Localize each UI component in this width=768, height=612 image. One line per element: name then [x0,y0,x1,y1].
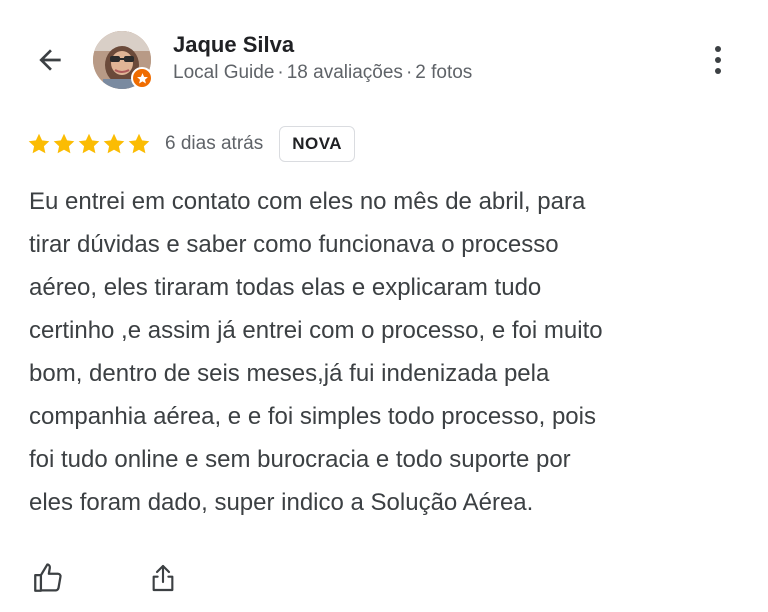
more-vert-icon-dot [715,57,721,63]
meta-separator: · [405,62,413,83]
star-icon [53,133,75,154]
like-button[interactable] [28,558,68,598]
rating-row: 6 dias atrás NOVA [27,124,356,164]
user-photo-count: 2 fotos [415,62,473,83]
review-text: Eu entrei em contato com eles no mês de … [29,188,603,516]
new-badge: NOVA [279,126,356,162]
user-role: Local Guide [173,62,275,83]
more-vert-icon-dot [715,68,721,74]
share-button[interactable] [143,558,183,598]
review-date: 6 dias atrás [165,133,264,154]
thumb-up-icon [34,563,62,592]
star-rating [27,132,151,156]
user-review-count: 18 avaliações [286,62,403,83]
more-options-button[interactable] [700,40,736,80]
star-icon [78,133,100,154]
more-vert-icon-dot [715,46,721,52]
star-icon [28,133,50,154]
user-name[interactable]: Jaque Silva [173,32,294,58]
back-button[interactable] [30,40,70,80]
arrow-back-icon [39,49,61,71]
star-icon [136,72,148,83]
user-meta: Local Guide · 18 avaliações · 2 fotos [173,62,472,84]
star-icon [128,133,150,154]
meta-separator: · [277,62,284,83]
share-icon [152,564,174,592]
local-guide-badge [131,67,153,89]
avatar[interactable] [93,31,153,89]
star-icon [103,133,125,154]
